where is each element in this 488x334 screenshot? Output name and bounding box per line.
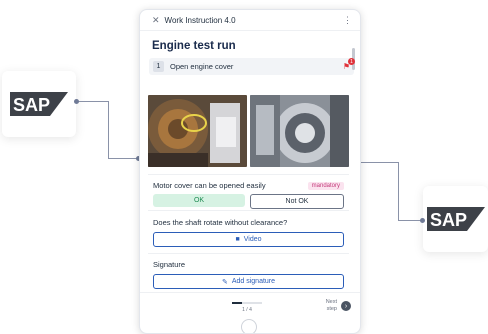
sap-logo-card-left: SAP bbox=[2, 71, 76, 137]
signature-title: Signature bbox=[153, 260, 186, 269]
close-icon[interactable]: ✕ bbox=[152, 15, 160, 26]
step-progress-bar bbox=[232, 302, 262, 304]
page-indicator: 1 / 4 bbox=[242, 307, 252, 313]
flag-count-badge: 1 bbox=[348, 58, 355, 65]
engine-photo-1[interactable] bbox=[148, 95, 247, 167]
add-signature-button[interactable]: ✎ Add signature bbox=[153, 274, 344, 289]
next-step-label: Next step bbox=[325, 299, 337, 312]
tablet-app: ✕ Work Instruction 4.0 ⋮ Engine test run… bbox=[139, 9, 361, 334]
video-camera-icon: ■ bbox=[235, 236, 240, 243]
video-button[interactable]: ■ Video bbox=[153, 232, 344, 247]
engine-photo-2[interactable] bbox=[250, 95, 349, 167]
flag-icon[interactable]: ⚑ 1 bbox=[343, 58, 355, 71]
connector-dot bbox=[74, 99, 79, 104]
sap-logo-right: SAP bbox=[426, 207, 485, 231]
question-text: Does the shaft rotate without clearance? bbox=[153, 218, 288, 227]
connector-right bbox=[360, 162, 399, 221]
more-vertical-icon[interactable]: ⋮ bbox=[343, 15, 352, 26]
signature-card: Signature ✎ Add signature bbox=[148, 253, 349, 289]
step-progress-fill bbox=[232, 302, 242, 304]
connector-dot bbox=[420, 218, 425, 223]
app-footer: 1 / 4 Next step › bbox=[140, 292, 360, 333]
step-header[interactable]: 1 Open engine cover ⚑ 1 bbox=[149, 58, 355, 75]
page-title: Engine test run bbox=[152, 40, 236, 52]
step-label: Open engine cover bbox=[170, 62, 234, 71]
signature-pen-icon: ✎ bbox=[221, 278, 228, 286]
step-number: 1 bbox=[153, 61, 164, 72]
next-step-control[interactable]: Next step › bbox=[319, 299, 351, 313]
question-card-1: Motor cover can be opened easily mandato… bbox=[148, 174, 349, 209]
sap-logo-left-text: SAP bbox=[13, 95, 50, 115]
mandatory-badge: mandatory bbox=[307, 181, 344, 190]
add-signature-label: Add signature bbox=[231, 278, 276, 285]
step-photos bbox=[148, 95, 349, 167]
connector-left-bottom bbox=[108, 158, 138, 159]
question-card-2: Does the shaft rotate without clearance?… bbox=[148, 210, 349, 247]
sap-logo-right-text: SAP bbox=[430, 210, 467, 230]
question-text: Motor cover can be opened easily bbox=[153, 181, 266, 190]
sap-logo-card-right: SAP bbox=[423, 186, 488, 252]
sap-logo-left: SAP bbox=[10, 92, 68, 116]
not-ok-button[interactable]: Not OK bbox=[250, 194, 344, 209]
home-button[interactable] bbox=[241, 319, 257, 333]
ok-button[interactable]: OK bbox=[153, 194, 245, 207]
connector-left bbox=[77, 101, 109, 159]
chevron-right-icon[interactable]: › bbox=[341, 301, 351, 311]
app-header: ✕ Work Instruction 4.0 ⋮ bbox=[140, 10, 360, 31]
app-title: Work Instruction 4.0 bbox=[164, 15, 236, 25]
video-button-label: Video bbox=[243, 236, 262, 243]
